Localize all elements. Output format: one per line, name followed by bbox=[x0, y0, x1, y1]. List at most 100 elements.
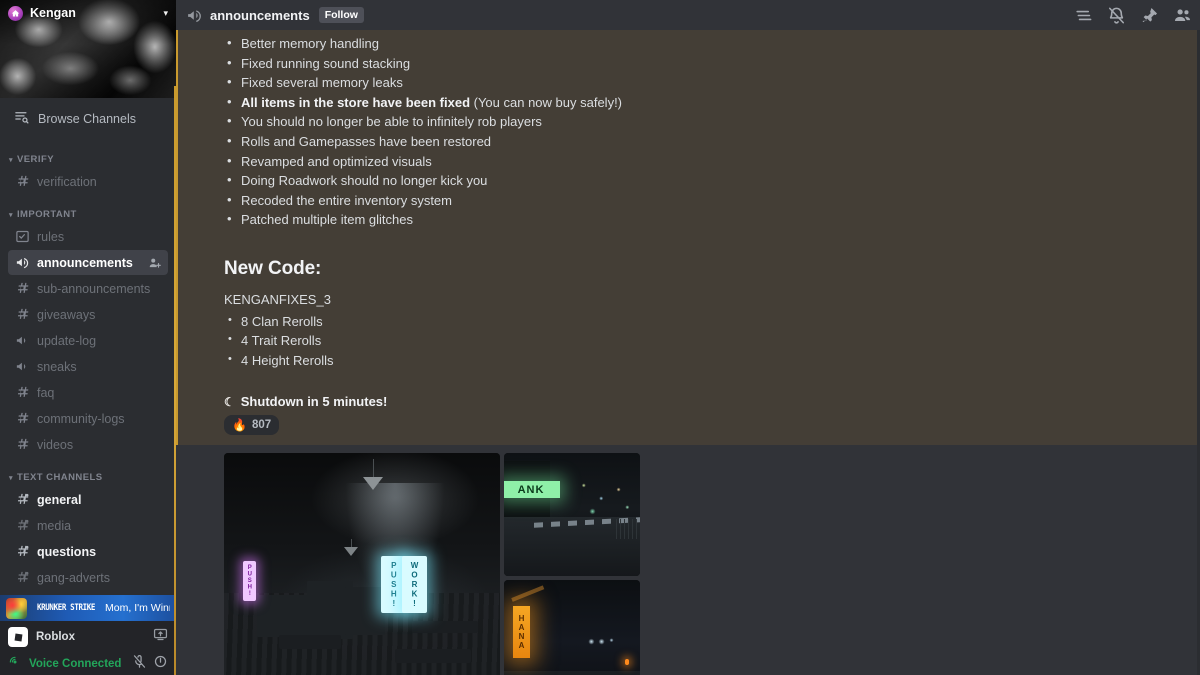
bench bbox=[395, 649, 472, 664]
street-lamp bbox=[625, 659, 629, 666]
message-attachments: PUSH! PUSH! WORK! ANK H A N A bbox=[176, 453, 1200, 675]
shutdown-text: Shutdown in 5 minutes! bbox=[240, 394, 388, 410]
pin-icon[interactable] bbox=[1140, 6, 1159, 25]
hash-icon bbox=[14, 307, 30, 323]
browse-channels-button[interactable]: Browse Channels bbox=[8, 104, 168, 134]
list-item: You should no longer be able to infinite… bbox=[224, 111, 1160, 132]
channel-name: community-logs bbox=[37, 411, 125, 426]
list-item: Recoded the entire inventory system bbox=[224, 190, 1160, 211]
reaction-fire[interactable]: 🔥 807 bbox=[224, 415, 280, 436]
promo-logo: KRUNKER STRIKE bbox=[36, 603, 96, 613]
sidebar-item-verification[interactable]: verification bbox=[8, 169, 168, 194]
list-item: 4 Trait Rerolls bbox=[224, 330, 1160, 351]
gym-screenshot[interactable]: PUSH! PUSH! WORK! bbox=[224, 453, 500, 675]
sidebar-item-sneaks[interactable]: sneaks bbox=[8, 354, 168, 379]
voice-controls[interactable] bbox=[132, 654, 168, 674]
sidebar-item-gang-adverts[interactable]: gang-adverts bbox=[8, 565, 168, 590]
fire-icon: 🔥 bbox=[232, 418, 247, 433]
members-icon[interactable] bbox=[1173, 6, 1192, 25]
message-body: Better memory handling Fixed running sou… bbox=[176, 33, 1200, 436]
mic-muted-icon[interactable] bbox=[132, 654, 147, 674]
bank-neon-sign: ANK bbox=[504, 481, 560, 499]
page-title: announcements bbox=[210, 7, 310, 23]
sidebar-item-rules[interactable]: rules bbox=[8, 224, 168, 249]
moon-icon: ☾ bbox=[224, 394, 235, 409]
bench bbox=[279, 635, 342, 650]
chevron-down-icon[interactable]: ▾ bbox=[163, 8, 168, 19]
channel-name: sneaks bbox=[37, 359, 77, 374]
activity-label: Roblox bbox=[36, 631, 75, 643]
sign-char: N bbox=[518, 632, 525, 642]
voice-connected-panel[interactable]: Voice Connected bbox=[0, 653, 176, 675]
sidebar-item-community-logs[interactable]: community-logs bbox=[8, 406, 168, 431]
neon-sign-work: WORK! bbox=[402, 556, 428, 614]
hanami-sign-screenshot[interactable]: H A N A bbox=[504, 580, 640, 675]
sidebar-item-questions[interactable]: questions bbox=[8, 539, 168, 564]
notifications-off-icon[interactable] bbox=[1107, 6, 1126, 25]
sidebar-item-media[interactable]: media bbox=[8, 513, 168, 538]
list-item: Better memory handling bbox=[224, 33, 1160, 54]
changelog-list: Better memory handling Fixed running sou… bbox=[224, 33, 1160, 230]
server-header[interactable]: Kengan ▾ bbox=[0, 0, 176, 26]
ceiling-lamp-secondary bbox=[343, 539, 358, 557]
list-item: Rolls and Gamepasses have been restored bbox=[224, 131, 1160, 152]
category-label: TEXT CHANNELS bbox=[16, 472, 103, 483]
shutdown-notice: ☾ Shutdown in 5 minutes! bbox=[224, 394, 1160, 409]
sidebar-item-announcements[interactable]: announcements bbox=[8, 250, 168, 275]
rules-icon bbox=[14, 229, 30, 245]
voice-status-label: Voice Connected bbox=[29, 658, 122, 670]
channel-name: media bbox=[37, 518, 72, 533]
category-text-channels[interactable]: ▾ TEXT CHANNELS bbox=[0, 458, 176, 486]
channel-name: rules bbox=[37, 229, 65, 244]
list-item: Fixed running sound stacking bbox=[224, 53, 1160, 74]
promo-tagline: Mom, I'm Winning bbox=[105, 602, 170, 614]
attachment-column: ANK H A N A bbox=[504, 453, 640, 675]
message-list[interactable]: Better memory handling Fixed running sou… bbox=[176, 30, 1200, 675]
highlighted-message: Better memory handling Fixed running sou… bbox=[176, 30, 1200, 446]
neon-sign-pink: PUSH! bbox=[243, 561, 257, 602]
bench bbox=[411, 621, 478, 634]
category-verify[interactable]: ▾ VERIFY bbox=[0, 140, 176, 168]
hash-icon bbox=[14, 174, 30, 190]
reaction-count: 807 bbox=[251, 419, 272, 432]
chevron-down-icon: ▾ bbox=[9, 156, 13, 164]
screenshare-icon[interactable] bbox=[153, 627, 168, 647]
server-banner[interactable]: Kengan ▾ bbox=[0, 0, 176, 98]
list-item: Patched multiple item glitches bbox=[224, 209, 1160, 230]
list-item-rest: (You can now buy safely!) bbox=[470, 94, 623, 110]
hash-thread-icon bbox=[14, 544, 30, 560]
disconnect-icon[interactable] bbox=[153, 654, 168, 674]
chevron-down-icon: ▾ bbox=[9, 211, 13, 219]
category-label: VERIFY bbox=[16, 154, 54, 165]
sidebar-item-faq[interactable]: faq bbox=[8, 380, 168, 405]
megaphone-icon bbox=[14, 255, 30, 271]
hash-thread-icon bbox=[14, 518, 30, 534]
code-value: KENGANFIXES_3 bbox=[224, 291, 331, 307]
hash-icon bbox=[14, 281, 30, 297]
main-content: announcements Follow • Better memory han… bbox=[176, 0, 1200, 675]
follow-button[interactable]: Follow bbox=[318, 7, 364, 23]
sign-char: A bbox=[518, 623, 525, 633]
channel-name: verification bbox=[37, 174, 97, 189]
hash-icon bbox=[14, 385, 30, 401]
sidebar-item-update-log[interactable]: update-log bbox=[8, 328, 168, 353]
hash-thread-icon bbox=[14, 492, 30, 508]
highlight-accent-edge bbox=[174, 86, 176, 675]
activity-status-roblox[interactable]: Roblox bbox=[0, 621, 176, 653]
bank-street-screenshot[interactable]: ANK bbox=[504, 453, 640, 577]
channel-name: questions bbox=[37, 544, 97, 559]
orange-vertical-sign: H A N A bbox=[513, 606, 530, 659]
sidebar-item-general[interactable]: general bbox=[8, 487, 168, 512]
list-item: 4 Height Rerolls bbox=[224, 350, 1160, 371]
add-member-icon[interactable] bbox=[148, 256, 162, 270]
category-important[interactable]: ▾ IMPORTANT bbox=[0, 195, 176, 223]
sidebar-item-giveaways[interactable]: giveaways bbox=[8, 302, 168, 327]
channel-name: videos bbox=[37, 437, 74, 452]
new-code-heading: New Code: bbox=[224, 257, 322, 279]
channel-name: update-log bbox=[37, 333, 97, 348]
threads-icon[interactable] bbox=[1074, 6, 1093, 25]
sidebar-item-sub-announcements[interactable]: sub-announcements bbox=[8, 276, 168, 301]
sidebar-item-videos[interactable]: videos bbox=[8, 432, 168, 457]
browse-channels-label: Browse Channels bbox=[38, 112, 136, 126]
promo-banner[interactable]: KRUNKER STRIKE Mom, I'm Winning bbox=[0, 595, 176, 621]
